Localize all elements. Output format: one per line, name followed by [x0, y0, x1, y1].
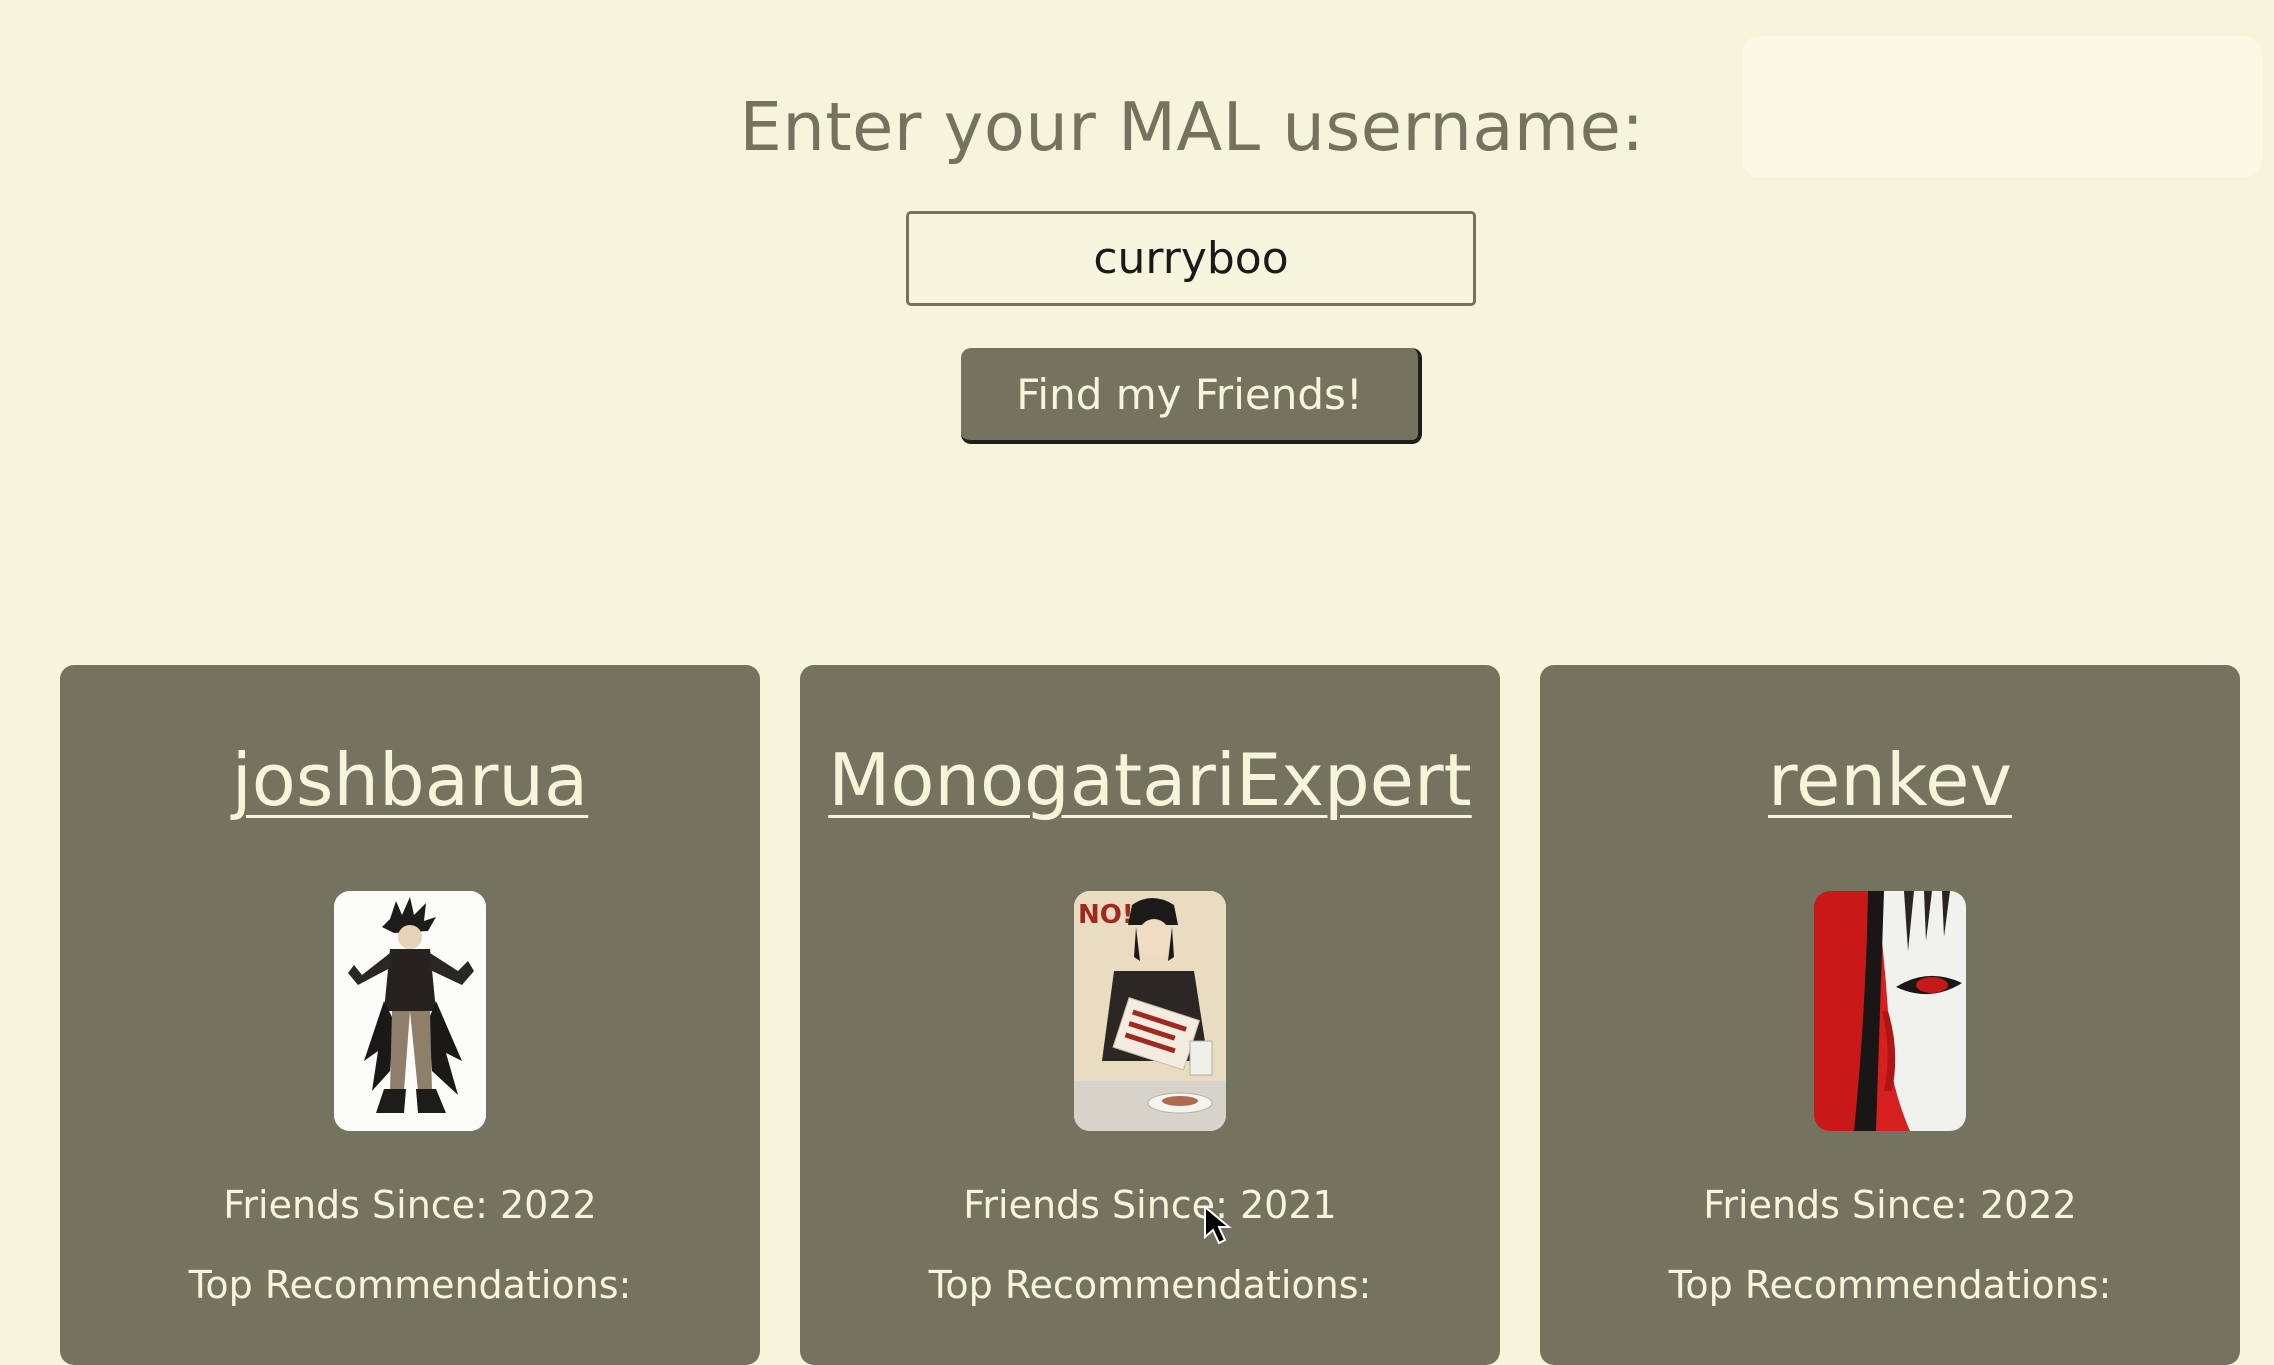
- avatar-image-2: NO!: [1074, 891, 1226, 1131]
- friends-since: Friends Since: 2021: [800, 1183, 1500, 1227]
- anime-character-newspaper-avatar[interactable]: NO!: [1074, 891, 1226, 1131]
- avatar-image-3: [1814, 891, 1966, 1131]
- top-recommendations-label: Top Recommendations:: [188, 1263, 632, 1307]
- friend-card: joshbarua Friends Since: 2022 Top Recomm…: [60, 665, 760, 1365]
- anime-character-red-eye-avatar[interactable]: [1814, 891, 1966, 1131]
- friends-since-year: 2021: [1239, 1183, 1337, 1227]
- friend-name-link[interactable]: MonogatariExpert: [800, 738, 1500, 822]
- username-input[interactable]: [906, 211, 1476, 306]
- avatar-image-1: [334, 891, 486, 1131]
- top-recommendations-label: Top Recommendations:: [928, 1263, 1372, 1307]
- friend-card: renkev Friends Since: 2022 Top Recommend…: [1540, 665, 2240, 1365]
- avatar-caption: NO!: [1078, 900, 1134, 930]
- search-header: Enter your MAL username: Find my Friends…: [0, 0, 2274, 450]
- friend-name-link[interactable]: renkev: [1540, 738, 2240, 822]
- friends-since-year: 2022: [499, 1183, 597, 1227]
- friends-since-label: Friends Since:: [223, 1183, 488, 1227]
- find-friends-button[interactable]: Find my Friends!: [961, 348, 1422, 444]
- friend-card: MonogatariExpert NO! Friends Since: 2021…: [800, 665, 1500, 1365]
- page-title: Enter your MAL username:: [739, 88, 1645, 166]
- friends-since-label: Friends Since:: [1703, 1183, 1968, 1227]
- anime-character-dark-hair-avatar[interactable]: [334, 891, 486, 1131]
- friends-card-list: joshbarua Friends Since: 2022 Top Recomm…: [60, 665, 2240, 1365]
- friends-since-year: 2022: [1979, 1183, 2077, 1227]
- friend-name-link[interactable]: joshbarua: [60, 738, 760, 822]
- friends-since: Friends Since: 2022: [60, 1183, 760, 1227]
- friends-since-label: Friends Since:: [963, 1183, 1228, 1227]
- mouse-pointer-icon: [1204, 1205, 1232, 1245]
- top-recommendations-label: Top Recommendations:: [1668, 1263, 2112, 1307]
- friends-since: Friends Since: 2022: [1540, 1183, 2240, 1227]
